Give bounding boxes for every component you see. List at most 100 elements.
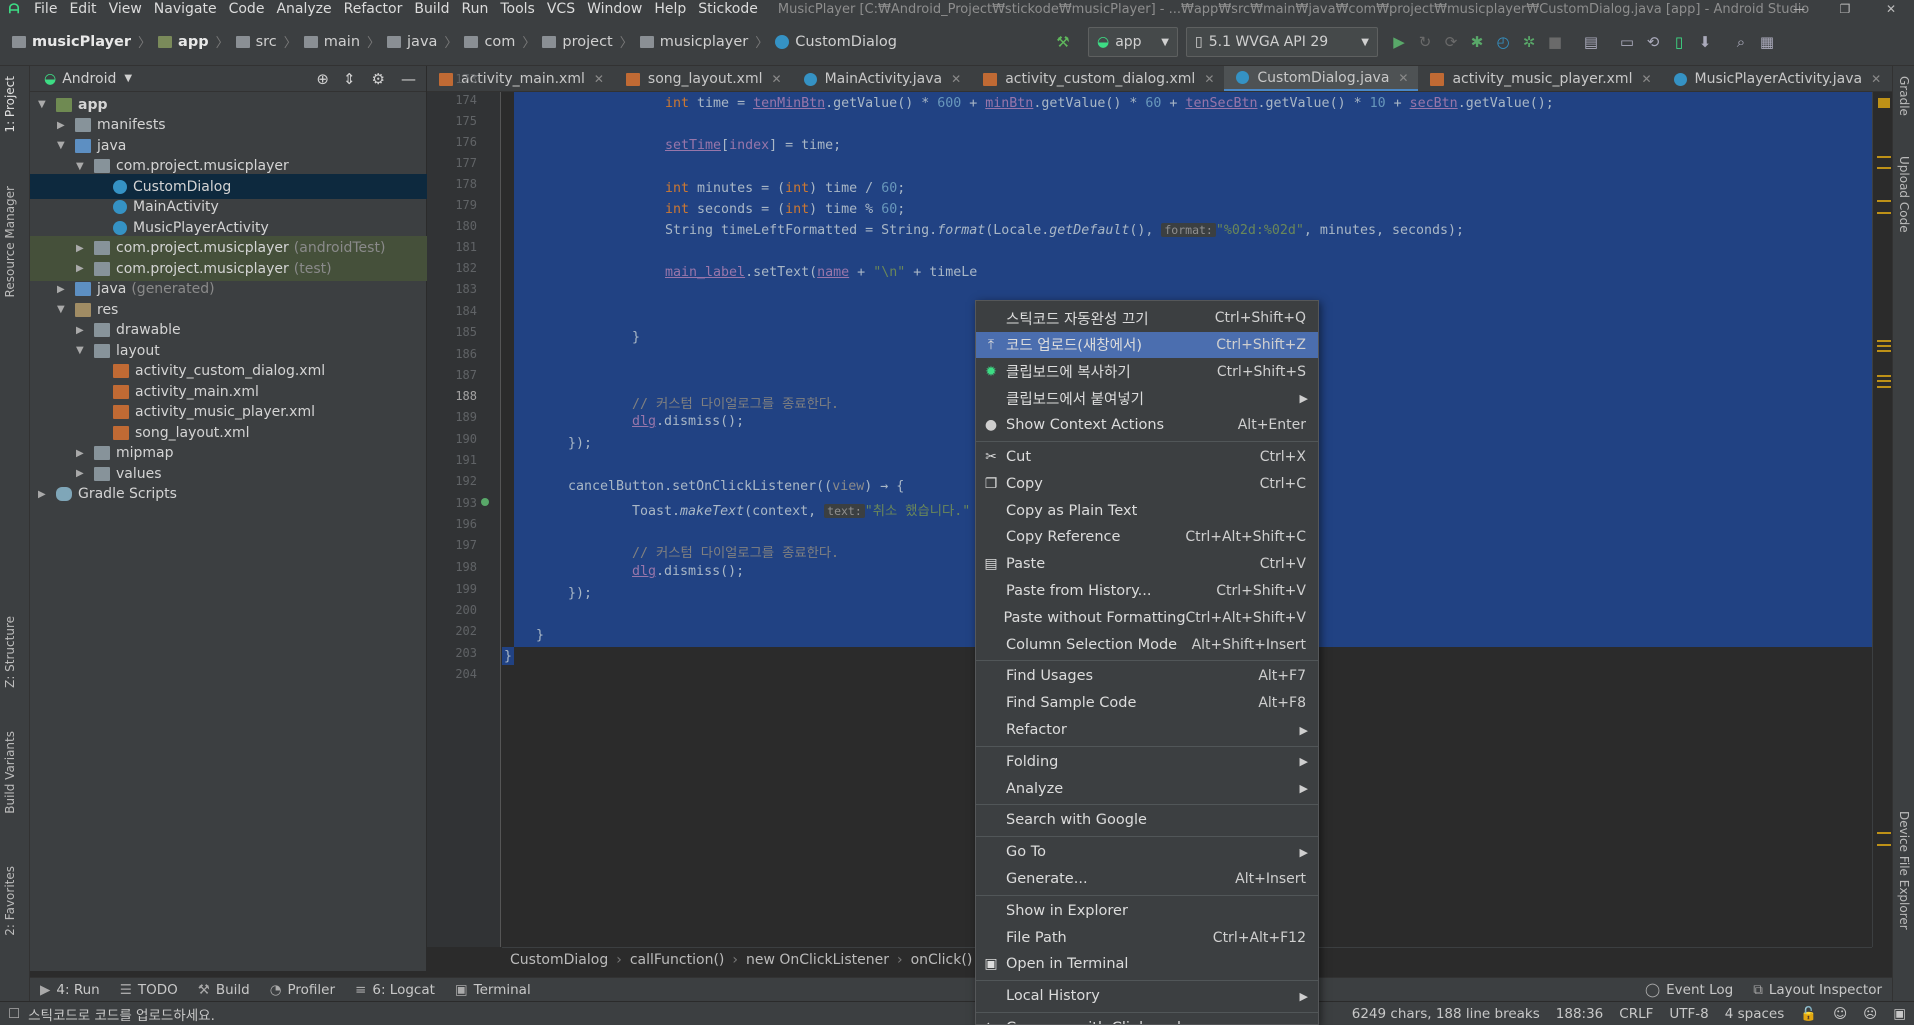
line-number[interactable]: 185: [427, 325, 477, 339]
context-menu-item[interactable]: 스틱코드 자동완성 끄기 Ctrl+Shift+Q: [976, 305, 1318, 331]
line-number[interactable]: 173: [427, 72, 477, 86]
code-crumb[interactable]: new OnClickListener: [746, 952, 889, 968]
lambda-marker-icon[interactable]: [481, 498, 489, 506]
breadcrumb-java[interactable]: java: [383, 18, 441, 66]
chevron-right-icon[interactable]: ▶: [57, 284, 71, 295]
line-number[interactable]: 186: [427, 347, 477, 361]
line-number[interactable]: 182: [427, 261, 477, 275]
close-tab-icon[interactable]: ✕: [772, 72, 782, 86]
structure-tab[interactable]: Z: Structure: [3, 616, 17, 688]
menu-navigate[interactable]: Navigate: [148, 1, 223, 17]
line-separator[interactable]: CRLF: [1611, 1006, 1661, 1022]
context-menu-item[interactable]: ⇆Compare with Clipboard: [976, 1015, 1318, 1024]
chevron-down-icon[interactable]: ▼: [76, 161, 90, 172]
debug-icon[interactable]: ✱: [1464, 29, 1490, 55]
close-tab-icon[interactable]: ✕: [594, 72, 604, 86]
line-number[interactable]: 199: [427, 582, 477, 596]
project-structure-icon[interactable]: ▤: [1578, 29, 1604, 55]
close-tab-icon[interactable]: ✕: [1398, 71, 1408, 85]
context-menu-item[interactable]: Go To ▶: [976, 839, 1318, 865]
line-number[interactable]: 179: [427, 198, 477, 212]
editor-tab[interactable]: CustomDialog.java ✕: [1224, 66, 1419, 91]
menu-code[interactable]: Code: [223, 1, 271, 17]
build-variants-tab[interactable]: Build Variants: [3, 731, 17, 814]
chevron-down-icon[interactable]: ▼: [38, 99, 52, 110]
tool-window-button[interactable]: ≡ 6: Logcat: [345, 982, 445, 998]
breadcrumb-musicplayer[interactable]: musicplayer: [636, 18, 752, 66]
editor-tab[interactable]: activity_custom_dialog.xml ✕: [971, 66, 1224, 91]
menu-vcs[interactable]: VCS: [541, 1, 581, 17]
line-number[interactable]: 203: [427, 646, 477, 660]
hammer-icon[interactable]: ⚒: [1050, 29, 1076, 55]
line-number[interactable]: 196: [427, 517, 477, 531]
breadcrumb-src[interactable]: src: [232, 18, 281, 66]
context-menu-item[interactable]: Copy Reference Ctrl+Alt+Shift+C: [976, 524, 1318, 550]
chevron-right-icon[interactable]: ▶: [76, 448, 90, 459]
line-number[interactable]: 193: [427, 496, 477, 510]
warning-icon[interactable]: [1878, 98, 1890, 108]
line-number[interactable]: 189: [427, 410, 477, 424]
memory-icon[interactable]: ▣: [1885, 1006, 1914, 1022]
editor-tab[interactable]: Androic: [1891, 66, 1892, 91]
restore-icon[interactable]: ❐: [1822, 0, 1868, 18]
close-tab-icon[interactable]: ✕: [1641, 72, 1651, 86]
tool-window-button[interactable]: ⚒ Build: [188, 982, 260, 998]
attach-debugger-icon[interactable]: ✲: [1516, 29, 1542, 55]
tool-window-button[interactable]: ▣ Terminal: [445, 982, 541, 998]
context-menu-item[interactable]: ✂ Cut Ctrl+X: [976, 444, 1318, 470]
context-menu-item[interactable]: ⤒ 코드 업로드(새창에서) Ctrl+Shift+Z: [976, 331, 1318, 358]
lock-icon[interactable]: 🔓: [1792, 1006, 1825, 1022]
tool-window-button[interactable]: ◔ Profiler: [260, 982, 345, 998]
line-number[interactable]: 192: [427, 474, 477, 488]
context-menu-item[interactable]: Search with Google: [976, 807, 1318, 833]
context-menu-item[interactable]: ● Show Context Actions Alt+Enter: [976, 412, 1318, 438]
line-number[interactable]: 197: [427, 538, 477, 552]
gradle-tab[interactable]: Gradle: [1897, 76, 1911, 116]
line-number[interactable]: 174: [427, 93, 477, 107]
context-menu-item[interactable]: Analyze ▶: [976, 776, 1318, 802]
project-tool-tab[interactable]: 1: Project: [3, 76, 17, 133]
chevron-right-icon[interactable]: ▶: [57, 120, 71, 131]
toggle-tool-windows-icon[interactable]: ☐: [8, 1006, 20, 1022]
context-menu-item[interactable]: Paste without Formatting Ctrl+Alt+Shift+V: [976, 605, 1318, 631]
chevron-down-icon[interactable]: ▼: [76, 345, 90, 356]
warning-marker[interactable]: [1877, 200, 1891, 202]
context-menu-item[interactable]: ▣ Open in Terminal: [976, 951, 1318, 977]
context-menu-item[interactable]: Show in Explorer: [976, 898, 1318, 924]
warning-marker[interactable]: [1877, 386, 1891, 388]
close-tab-icon[interactable]: ✕: [1204, 72, 1214, 86]
tool-window-button[interactable]: ◯ Event Log: [1635, 982, 1743, 998]
line-number[interactable]: 181: [427, 240, 477, 254]
warning-marker[interactable]: [1877, 167, 1891, 169]
menu-edit[interactable]: Edit: [63, 1, 102, 17]
profile-icon[interactable]: ◴: [1490, 29, 1516, 55]
line-number[interactable]: 175: [427, 114, 477, 128]
line-number[interactable]: 184: [427, 304, 477, 318]
menu-stickode[interactable]: Stickode: [692, 1, 764, 17]
avd-manager-icon[interactable]: ▭: [1614, 29, 1640, 55]
close-icon[interactable]: ✕: [1868, 0, 1914, 18]
warning-marker[interactable]: [1877, 844, 1891, 846]
breadcrumb-com[interactable]: com: [460, 18, 519, 66]
line-number[interactable]: 191: [427, 453, 477, 467]
run-icon[interactable]: ▶: [1386, 29, 1412, 55]
line-number[interactable]: 177: [427, 156, 477, 170]
face-icon[interactable]: ☹: [1855, 1006, 1885, 1022]
gear-icon[interactable]: ⚙: [372, 70, 385, 88]
favorites-tab[interactable]: 2: Favorites: [3, 866, 17, 936]
chevron-down-icon[interactable]: ▼: [57, 304, 71, 315]
code-crumb[interactable]: onClick(): [911, 952, 973, 968]
chevron-down-icon[interactable]: ▼: [124, 73, 132, 84]
line-number[interactable]: 180: [427, 219, 477, 233]
tool-window-button[interactable]: ☰ TODO: [110, 982, 188, 998]
menu-build[interactable]: Build: [408, 1, 455, 17]
code-crumb[interactable]: callFunction(): [630, 952, 725, 968]
menu-view[interactable]: View: [103, 1, 148, 17]
context-menu-item[interactable]: Copy as Plain Text: [976, 498, 1318, 524]
search-icon[interactable]: ⌕: [1728, 29, 1754, 55]
context-menu-item[interactable]: ✹ 클립보드에 복사하기 Ctrl+Shift+S: [976, 359, 1318, 385]
context-menu-item[interactable]: ▤ Paste Ctrl+V: [976, 551, 1318, 577]
resource-manager-tab[interactable]: Resource Manager: [3, 186, 17, 297]
tool-window-button[interactable]: ▶ 4: Run: [30, 982, 110, 998]
warning-marker[interactable]: [1877, 832, 1891, 834]
